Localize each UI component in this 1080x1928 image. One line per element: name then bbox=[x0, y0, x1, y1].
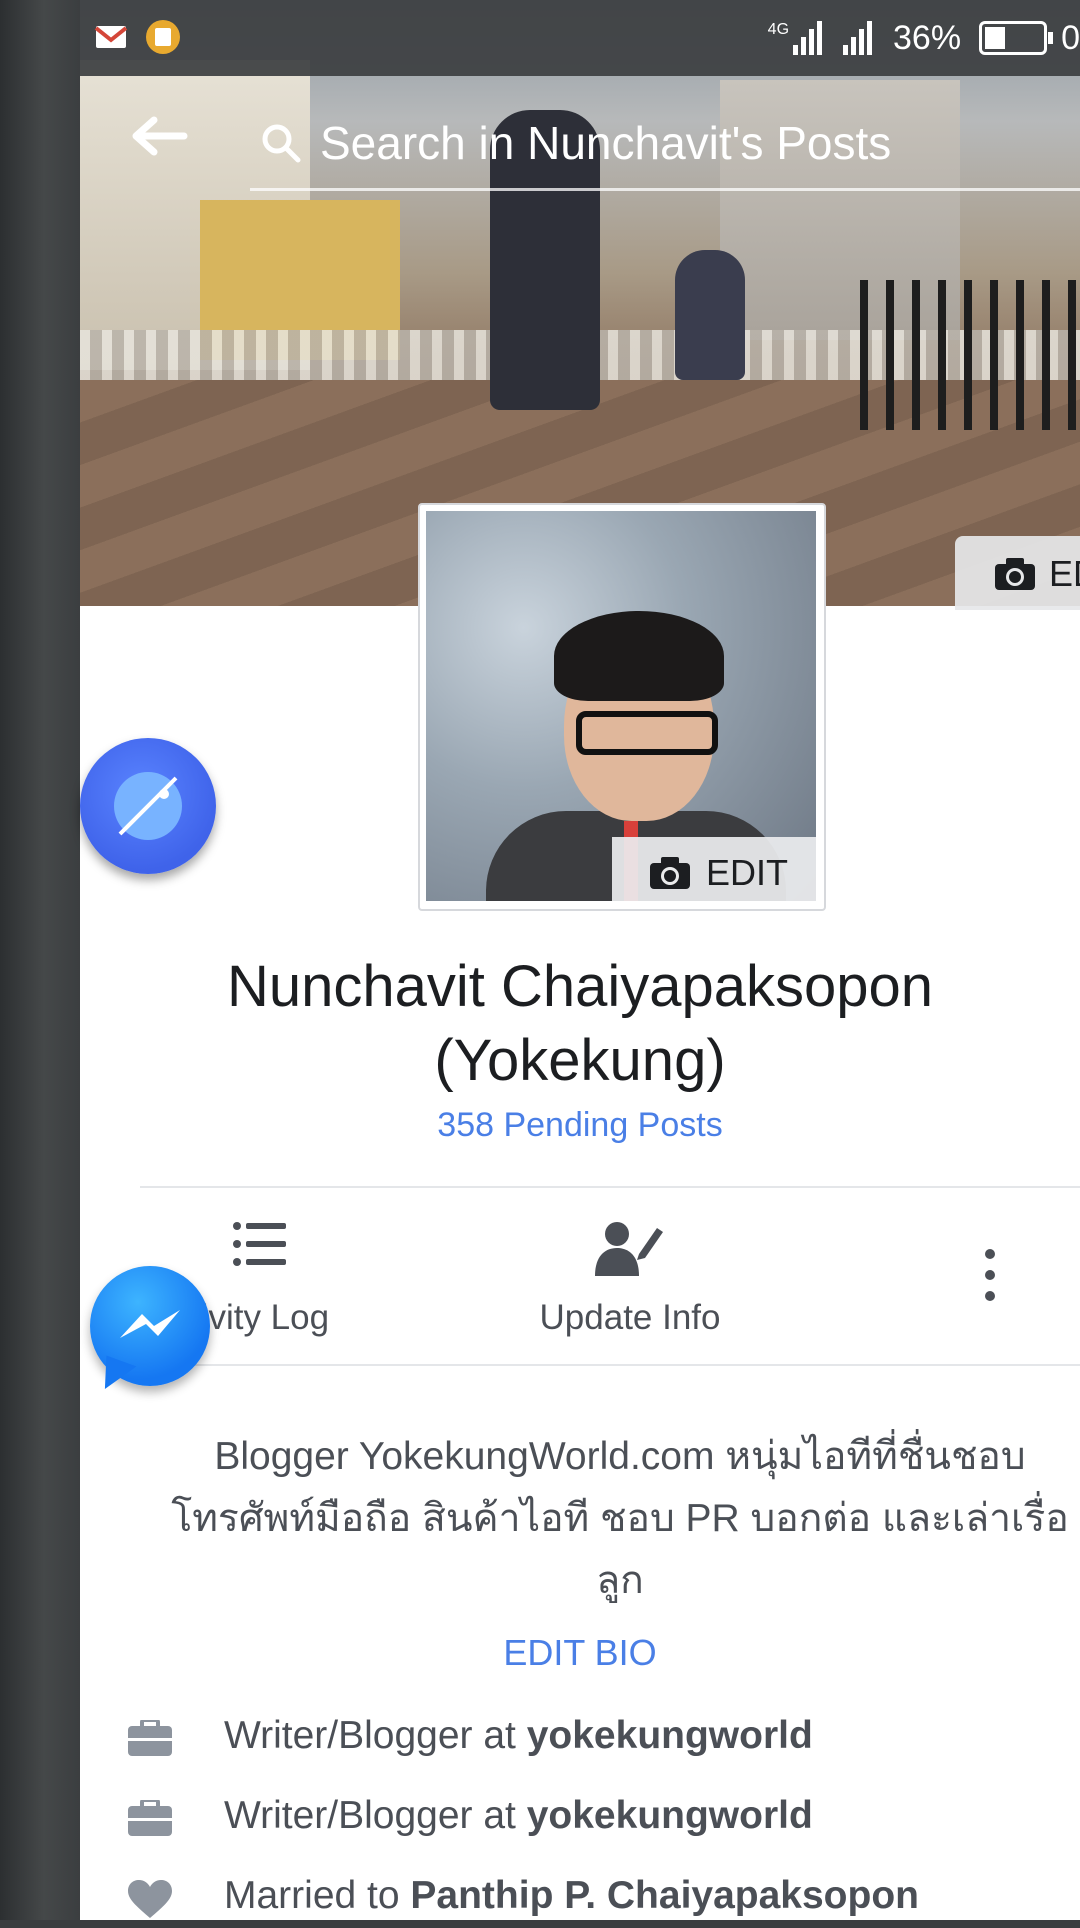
battery-percent: 36% bbox=[893, 18, 962, 57]
messenger-chat-head[interactable] bbox=[90, 1266, 210, 1397]
search-input[interactable]: Search in Nunchavit's Posts bbox=[250, 96, 1080, 191]
list-icon bbox=[232, 1220, 288, 1273]
background-app-strip bbox=[0, 0, 80, 1920]
floating-browser-bubble[interactable] bbox=[80, 738, 216, 874]
edit-bio-button[interactable]: EDIT BIO bbox=[80, 1632, 1080, 1674]
profile-picture-edit-label: EDIT bbox=[706, 852, 789, 893]
cover-edit-label: ED bbox=[1049, 553, 1080, 594]
messenger-bolt-icon bbox=[120, 1310, 180, 1338]
search-bar: Search in Nunchavit's Posts bbox=[80, 76, 1080, 196]
profile-picture-edit-button[interactable]: EDIT bbox=[612, 837, 816, 901]
gmail-icon bbox=[94, 20, 128, 54]
pending-posts-link[interactable]: 358 Pending Posts bbox=[80, 1106, 1080, 1145]
update-info-label: Update Info bbox=[539, 1298, 721, 1337]
profile-actions: tivity Log Update Info bbox=[80, 1190, 1080, 1362]
info-row-prefix: Writer/Blogger at bbox=[224, 1714, 527, 1757]
info-row-work[interactable]: Writer/Blogger at yokekungworld bbox=[128, 1788, 1080, 1848]
info-row-prefix: Writer/Blogger at bbox=[224, 1794, 527, 1837]
more-vertical-icon bbox=[983, 1248, 997, 1307]
compass-icon bbox=[114, 772, 182, 840]
bio-line2: โทรศัพท์มือถือ สินค้าไอที ชอบ PR บอกต่อ … bbox=[171, 1497, 1069, 1540]
battery-icon bbox=[979, 21, 1054, 55]
search-placeholder: Search in Nunchavit's Posts bbox=[320, 117, 892, 169]
profile-picture[interactable]: EDIT bbox=[418, 503, 826, 911]
cover-edit-button[interactable]: ED bbox=[955, 536, 1080, 610]
info-row-employer: yokekungworld bbox=[526, 1714, 813, 1757]
signal-icon bbox=[843, 21, 875, 55]
avatar-glasses bbox=[576, 711, 718, 755]
profile-name-line1: Nunchavit Chaiyapaksopon bbox=[226, 954, 934, 1019]
notification-app-icon bbox=[146, 20, 180, 54]
info-row-relationship[interactable]: Married to Panthip P. Chaiyapaksopon bbox=[128, 1868, 1080, 1928]
divider bbox=[140, 1364, 1080, 1366]
profile-name: Nunchavit Chaiyapaksopon (Yokekung) bbox=[80, 950, 1080, 1098]
bio-line3: ลูก bbox=[596, 1559, 644, 1602]
camera-icon bbox=[648, 855, 692, 896]
info-row-prefix: Married to bbox=[224, 1874, 411, 1917]
network-4g-icon: 4G bbox=[768, 21, 825, 55]
camera-icon bbox=[993, 556, 1037, 597]
network-type: 4G bbox=[767, 21, 790, 38]
clock: 0 bbox=[1061, 18, 1080, 57]
cover-child-jumping bbox=[675, 250, 745, 380]
person-edit-icon bbox=[595, 1220, 665, 1281]
heart-icon bbox=[128, 1880, 172, 1925]
info-row-employer: yokekungworld bbox=[526, 1794, 813, 1837]
bio-text: Blogger YokekungWorld.com หนุ่มไอทีที่ชื… bbox=[140, 1426, 1080, 1612]
briefcase-icon bbox=[128, 1798, 172, 1841]
briefcase-icon bbox=[128, 1718, 172, 1761]
info-row-partner: Panthip P. Chaiyapaksopon bbox=[410, 1874, 919, 1917]
more-options-button[interactable] bbox=[940, 1190, 1040, 1362]
info-row-work[interactable]: Writer/Blogger at yokekungworld bbox=[128, 1708, 1080, 1768]
update-info-button[interactable]: Update Info bbox=[480, 1190, 780, 1362]
profile-photo: EDIT bbox=[426, 511, 816, 901]
bio-line1: Blogger YokekungWorld.com หนุ่มไอทีที่ชื… bbox=[214, 1435, 1026, 1478]
status-bar: 4G 36% 0 bbox=[80, 0, 1080, 76]
profile-name-line2: (Yokekung) bbox=[434, 1028, 726, 1093]
cover-railing-right bbox=[860, 280, 1080, 430]
avatar-hair bbox=[554, 611, 724, 701]
search-icon bbox=[260, 122, 302, 164]
divider bbox=[140, 1186, 1080, 1188]
back-arrow-icon[interactable] bbox=[132, 116, 188, 156]
